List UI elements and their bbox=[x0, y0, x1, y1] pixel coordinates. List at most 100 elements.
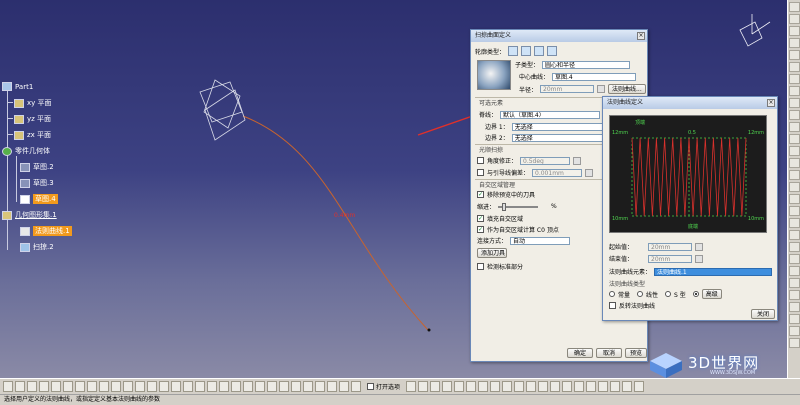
toolbar-button[interactable] bbox=[789, 146, 800, 156]
toolbar-button[interactable] bbox=[789, 230, 800, 240]
open-option-checkbox[interactable] bbox=[367, 383, 374, 390]
toolbar-button[interactable] bbox=[75, 381, 85, 392]
tree-sketch-4[interactable]: 草图.4 bbox=[20, 194, 58, 204]
toolbar-button[interactable] bbox=[789, 158, 800, 168]
toolbar-button[interactable] bbox=[622, 381, 633, 392]
toolbar-button[interactable] bbox=[351, 381, 361, 392]
toolbar-button[interactable] bbox=[789, 74, 800, 84]
toolbar-button[interactable] bbox=[502, 381, 513, 392]
deviation-spinner[interactable] bbox=[585, 168, 594, 177]
toolbar-button[interactable] bbox=[454, 381, 465, 392]
profile-type-line-icon[interactable] bbox=[521, 46, 532, 56]
toolbar-button[interactable] bbox=[339, 381, 349, 392]
advanced-button[interactable]: 高级 bbox=[701, 289, 722, 299]
boundary2-field[interactable]: 无选择 bbox=[511, 133, 606, 142]
toolbar-button[interactable] bbox=[279, 381, 289, 392]
toolbar-button[interactable] bbox=[789, 86, 800, 96]
deviation-field[interactable]: 0.001mm bbox=[532, 168, 583, 177]
toolbar-button[interactable] bbox=[789, 302, 800, 312]
preview-button[interactable]: 预览 bbox=[625, 348, 647, 358]
toolbar-button[interactable] bbox=[789, 338, 800, 348]
toolbar-button[interactable] bbox=[526, 381, 537, 392]
type-advanced-radio[interactable] bbox=[692, 291, 699, 297]
open-option-toggle[interactable]: 打开选项 bbox=[367, 382, 400, 391]
toolbar-button[interactable] bbox=[63, 381, 73, 392]
toolbar-button[interactable] bbox=[789, 50, 800, 60]
toolbar-button[interactable] bbox=[789, 242, 800, 252]
toolbar-button[interactable] bbox=[478, 381, 489, 392]
toolbar-button[interactable] bbox=[255, 381, 265, 392]
toolbar-button[interactable] bbox=[219, 381, 229, 392]
tree-sketch-3[interactable]: 草图.3 bbox=[20, 178, 54, 188]
ok-button[interactable]: 确定 bbox=[567, 348, 593, 358]
toolbar-button[interactable] bbox=[159, 381, 169, 392]
toolbar-button[interactable] bbox=[195, 381, 205, 392]
toolbar-button[interactable] bbox=[147, 381, 157, 392]
subtype-select[interactable]: 圆心和半径 bbox=[542, 60, 631, 69]
center-curve-field[interactable]: 草图.4 bbox=[552, 72, 637, 81]
tree-sweep[interactable]: 扫掠.2 bbox=[20, 242, 54, 252]
tolerance-slider[interactable] bbox=[498, 202, 539, 211]
toolbar-button[interactable] bbox=[789, 134, 800, 144]
angle-correction-field[interactable]: 0.5deg bbox=[520, 156, 571, 165]
toolbar-button[interactable] bbox=[634, 381, 645, 392]
toolbar-button[interactable] bbox=[574, 381, 585, 392]
toolbar-button[interactable] bbox=[538, 381, 549, 392]
toolbar-button[interactable] bbox=[39, 381, 49, 392]
profile-type-explicit-icon[interactable] bbox=[508, 46, 519, 56]
radius-spinner[interactable] bbox=[597, 85, 606, 93]
deviation-checkbox[interactable] bbox=[477, 169, 484, 176]
tree-body[interactable]: 零件几何体 bbox=[2, 146, 50, 156]
toolbar-button[interactable] bbox=[15, 381, 25, 392]
toolbar-button[interactable] bbox=[789, 26, 800, 36]
toolbar-button[interactable] bbox=[789, 218, 800, 228]
toolbar-button[interactable] bbox=[789, 170, 800, 180]
toolbar-button[interactable] bbox=[418, 381, 429, 392]
tree-root[interactable]: Part1 bbox=[2, 82, 33, 91]
tree-plane-zx[interactable]: zx 平面 bbox=[14, 130, 51, 140]
cancel-button[interactable]: 取消 bbox=[596, 348, 622, 358]
toolbar-button[interactable] bbox=[598, 381, 609, 392]
invert-law-checkbox[interactable] bbox=[609, 302, 616, 309]
law-element-field[interactable]: 法则曲线.1 bbox=[654, 267, 773, 276]
toolbar-button[interactable] bbox=[171, 381, 181, 392]
remove-cutter-checkbox[interactable] bbox=[477, 191, 484, 198]
toolbar-button[interactable] bbox=[231, 381, 241, 392]
toolbar-button[interactable] bbox=[789, 2, 800, 12]
type-linear-radio[interactable] bbox=[637, 291, 644, 297]
toolbar-button[interactable] bbox=[442, 381, 453, 392]
toolbar-button[interactable] bbox=[789, 14, 800, 24]
tree-geometric-set[interactable]: 几何图形集.1 bbox=[2, 210, 57, 220]
angle-spinner[interactable] bbox=[573, 156, 582, 165]
toolbar-button[interactable] bbox=[789, 206, 800, 216]
angle-correction-checkbox[interactable] bbox=[477, 157, 484, 164]
toolbar-button[interactable] bbox=[315, 381, 325, 392]
toolbar-button[interactable] bbox=[243, 381, 253, 392]
toolbar-button[interactable] bbox=[789, 62, 800, 72]
toolbar-button[interactable] bbox=[430, 381, 441, 392]
toolbar-button[interactable] bbox=[466, 381, 477, 392]
toolbar-button[interactable] bbox=[3, 381, 13, 392]
toolbar-button[interactable] bbox=[789, 182, 800, 192]
toolbar-button[interactable] bbox=[789, 110, 800, 120]
toolbar-button[interactable] bbox=[87, 381, 97, 392]
toolbar-button[interactable] bbox=[327, 381, 337, 392]
fill-twisted-checkbox[interactable] bbox=[477, 215, 484, 222]
slider-thumb[interactable] bbox=[502, 202, 507, 211]
toolbar-button[interactable] bbox=[303, 381, 313, 392]
toolbar-button[interactable] bbox=[183, 381, 193, 392]
toolbar-button[interactable] bbox=[586, 381, 597, 392]
tree-plane-yz[interactable]: yz 平面 bbox=[14, 114, 51, 124]
tree-sketch-2[interactable]: 草图.2 bbox=[20, 162, 54, 172]
toolbar-button[interactable] bbox=[51, 381, 61, 392]
toolbar-button[interactable] bbox=[27, 381, 37, 392]
toolbar-button[interactable] bbox=[207, 381, 217, 392]
toolbar-button[interactable] bbox=[550, 381, 561, 392]
toolbar-button[interactable] bbox=[789, 326, 800, 336]
toolbar-button[interactable] bbox=[610, 381, 621, 392]
toolbar-button[interactable] bbox=[135, 381, 145, 392]
toolbar-button[interactable] bbox=[291, 381, 301, 392]
tree-plane-xy[interactable]: xy 平面 bbox=[14, 98, 52, 108]
close-icon[interactable]: × bbox=[767, 99, 775, 107]
3d-viewport[interactable]: 0.4mm Part1 xy 平面 yz 平面 zx 平面 零件几何体 草图.2… bbox=[0, 0, 787, 378]
